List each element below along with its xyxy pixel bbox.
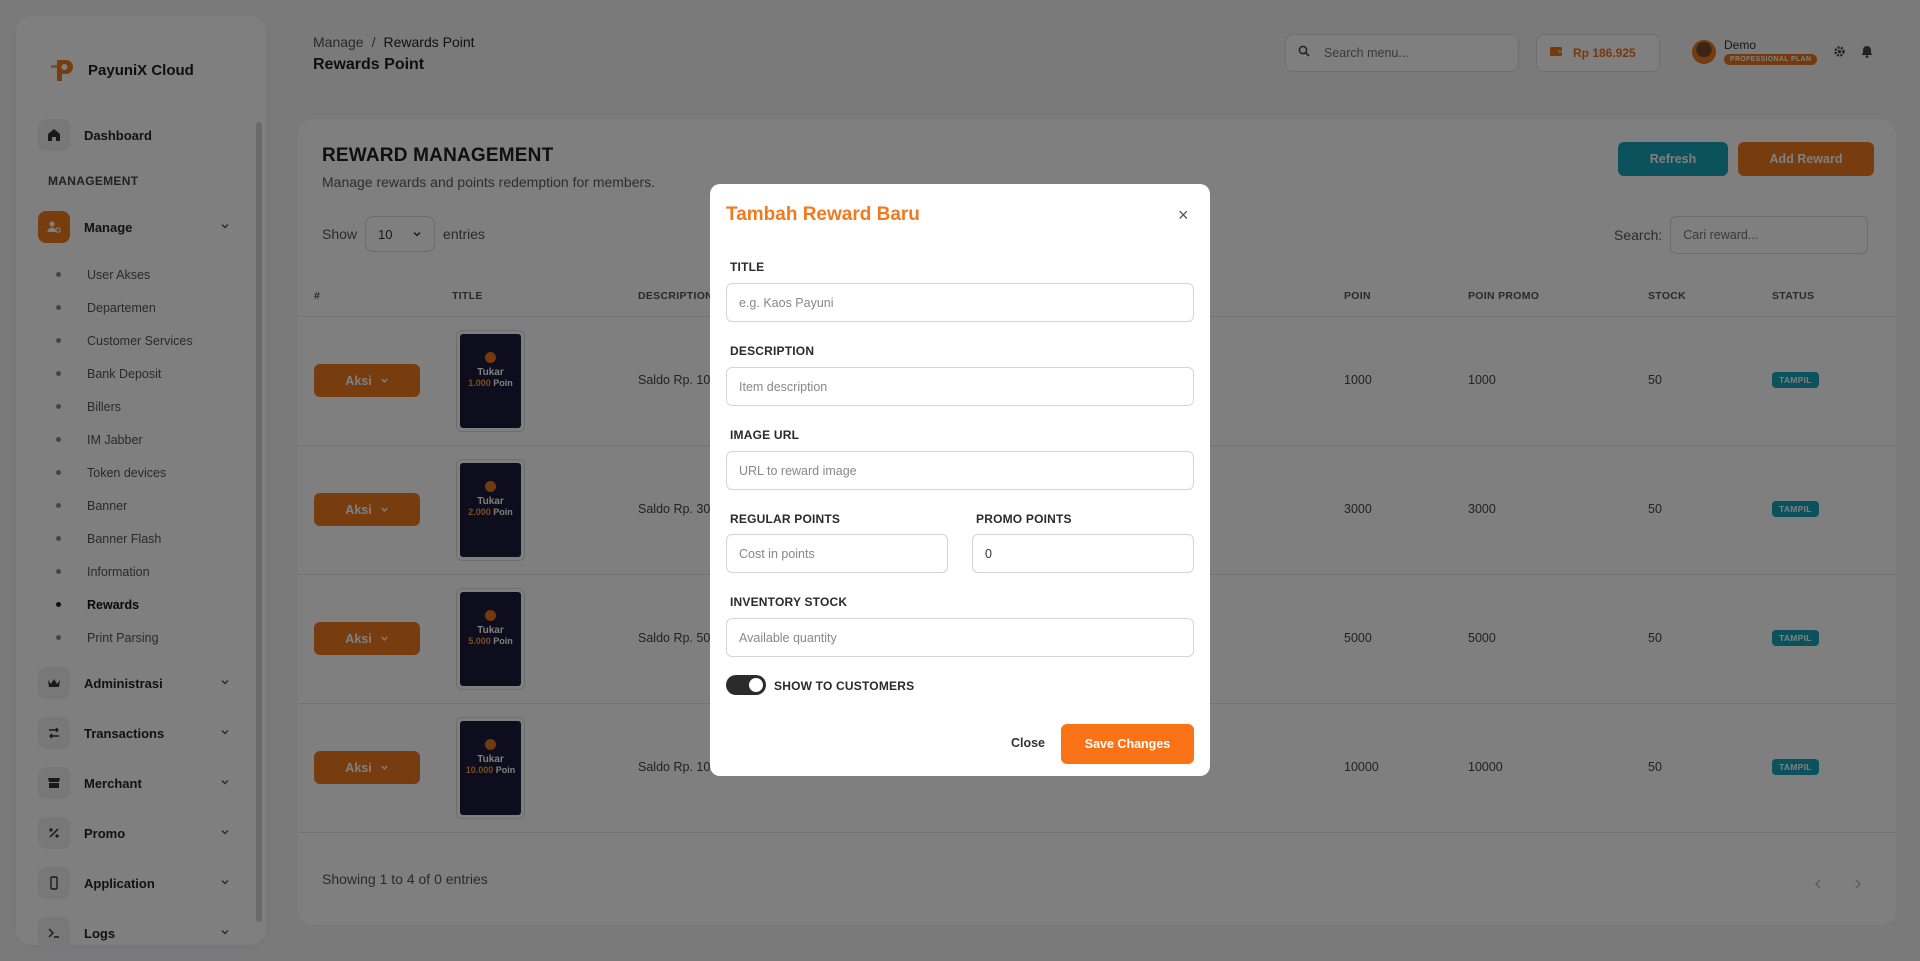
image-url-label: IMAGE URL — [730, 428, 800, 442]
toggle-knob — [749, 678, 763, 692]
close-button[interactable]: Close — [988, 724, 1068, 762]
show-to-customers-toggle[interactable] — [726, 675, 766, 695]
add-reward-modal: Tambah Reward Baru × TITLE DESCRIPTION I… — [710, 184, 1210, 776]
save-changes-button[interactable]: Save Changes — [1061, 724, 1194, 764]
description-input[interactable] — [726, 367, 1194, 406]
title-label: TITLE — [730, 260, 765, 274]
regular-points-label: REGULAR POINTS — [730, 512, 841, 526]
regular-points-input[interactable] — [726, 534, 948, 573]
description-label: DESCRIPTION — [730, 344, 815, 358]
promo-points-label: PROMO POINTS — [976, 512, 1072, 526]
show-to-customers-label: SHOW TO CUSTOMERS — [774, 679, 915, 693]
close-icon[interactable]: × — [1178, 206, 1189, 224]
title-input[interactable] — [726, 283, 1194, 322]
modal-title: Tambah Reward Baru — [726, 204, 920, 225]
image-url-input[interactable] — [726, 451, 1194, 490]
promo-points-input[interactable] — [972, 534, 1194, 573]
inventory-stock-label: INVENTORY STOCK — [730, 595, 848, 609]
inventory-stock-input[interactable] — [726, 618, 1194, 657]
